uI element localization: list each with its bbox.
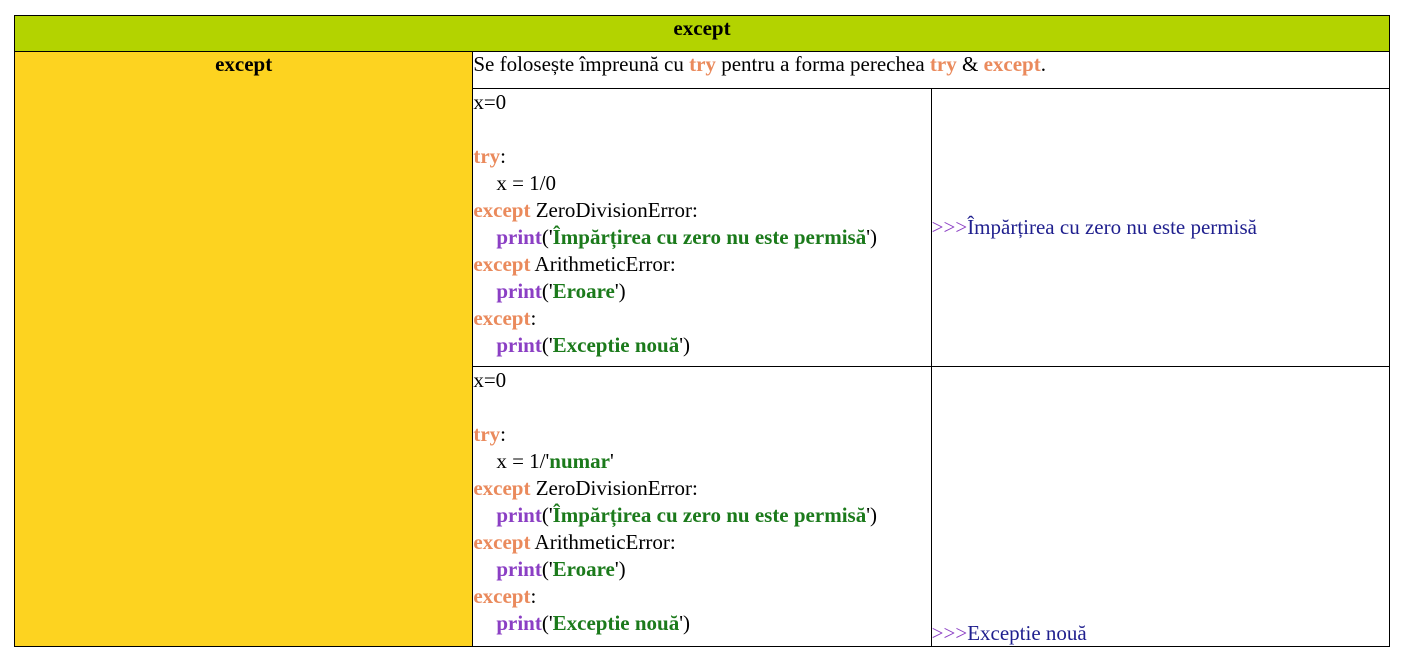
- code-line: try:: [473, 144, 506, 168]
- side-label-cell: except: [13, 51, 474, 647]
- code-line: print('Împărțirea cu zero nu este permis…: [496, 503, 877, 527]
- keyword-try: try: [689, 52, 716, 76]
- table-header: except: [14, 15, 1390, 52]
- except-reference-table: except except Se folosește împreună cu t…: [13, 15, 1391, 647]
- keyword-except: except: [983, 52, 1041, 76]
- code-line: except ZeroDivisionError:: [473, 198, 698, 222]
- output-text: Exceptie nouă: [967, 621, 1087, 645]
- description-text: Se folosește împreună cu: [473, 52, 690, 76]
- description-text: .: [1040, 52, 1046, 76]
- code-line: x=0: [473, 90, 507, 114]
- code-line: x = 1/'numar': [496, 449, 614, 473]
- code-example-2: x=0 try: x = 1/'numar' except ZeroDivisi…: [472, 366, 932, 647]
- code-line: print('Eroare'): [496, 557, 626, 581]
- output-prompt: >>>: [931, 621, 968, 645]
- output-example-2: >>>Exceptie nouă: [930, 366, 1391, 647]
- output-text: Împărțirea cu zero nu este permisă: [967, 215, 1257, 239]
- description-cell: Se folosește împreună cu try pentru a fo…: [472, 51, 1390, 89]
- description-text: pentru a forma perechea: [715, 52, 930, 76]
- output-example-1: >>>Împărțirea cu zero nu este permisă: [930, 88, 1391, 367]
- code-line: x = 1/0: [496, 171, 557, 195]
- keyword-try: try: [929, 52, 957, 76]
- code-line: print('Exceptie nouă'): [496, 611, 690, 635]
- code-line: x=0: [473, 368, 507, 392]
- code-line: except ArithmeticError:: [473, 252, 676, 276]
- header-title: except: [673, 16, 731, 40]
- code-example-1: x=0 try: x = 1/0 except ZeroDivisionErro…: [472, 88, 932, 367]
- code-line: print('Exceptie nouă'): [496, 333, 690, 357]
- code-line: except ArithmeticError:: [473, 530, 676, 554]
- code-line: except:: [473, 584, 537, 608]
- side-label: except: [215, 52, 273, 76]
- output-prompt: >>>: [931, 215, 968, 239]
- code-line: except:: [473, 306, 537, 330]
- code-line: print('Eroare'): [496, 279, 626, 303]
- description-text: &: [956, 52, 984, 76]
- code-line: except ZeroDivisionError:: [473, 476, 698, 500]
- code-line: try:: [473, 422, 506, 446]
- code-line: print('Împărțirea cu zero nu este permis…: [496, 225, 877, 249]
